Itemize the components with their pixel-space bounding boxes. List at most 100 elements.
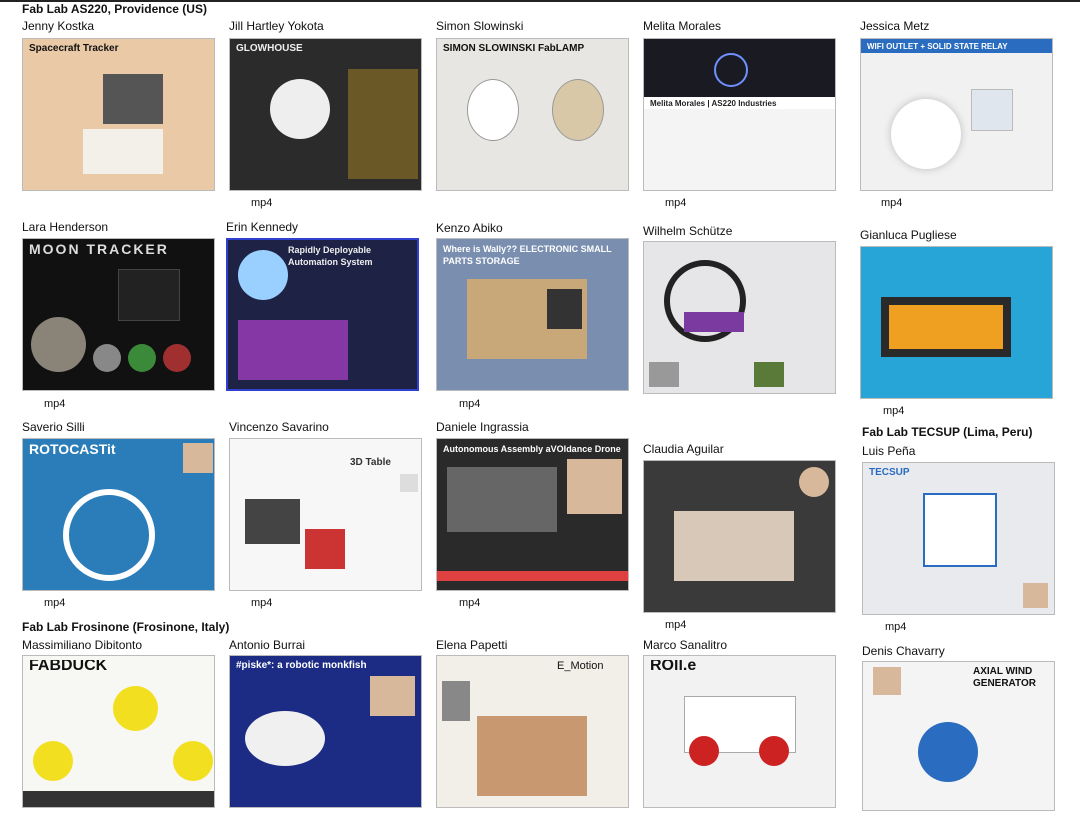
video-link[interactable]: mp4 bbox=[885, 621, 906, 634]
video-link[interactable]: mp4 bbox=[881, 197, 902, 210]
poster-graphic bbox=[93, 344, 121, 372]
student-name: Luis Peña bbox=[862, 444, 916, 458]
student-name: Jenny Kostka bbox=[22, 19, 95, 33]
poster-title: GLOWHOUSE bbox=[236, 43, 303, 54]
poster-graphic bbox=[923, 493, 997, 567]
poster-graphic bbox=[400, 474, 418, 492]
student-name: Claudia Aguilar bbox=[643, 442, 724, 456]
poster-graphic bbox=[754, 362, 784, 387]
poster-thumbnail[interactable]: GLOWHOUSE bbox=[229, 38, 422, 191]
poster-graphic bbox=[477, 716, 587, 796]
poster-graphic bbox=[238, 320, 348, 380]
student-name: Kenzo Abiko bbox=[436, 221, 503, 235]
poster-title: AXIAL WIND GENERATOR bbox=[973, 666, 1036, 689]
video-link[interactable]: mp4 bbox=[459, 398, 480, 411]
poster-thumbnail[interactable] bbox=[643, 460, 836, 613]
avatar bbox=[567, 459, 622, 514]
lab-heading-tecsup: Fab Lab TECSUP (Lima, Peru) bbox=[862, 425, 1033, 439]
student-name: Jessica Metz bbox=[860, 19, 930, 33]
poster-graphic bbox=[447, 467, 557, 532]
video-link[interactable]: mp4 bbox=[665, 619, 686, 632]
student-name: Massimiliano Dibitonto bbox=[22, 638, 143, 652]
poster-title: 3D Table bbox=[350, 457, 391, 468]
poster-graphic bbox=[270, 79, 330, 139]
student-name: Wilhelm Schütze bbox=[643, 224, 733, 238]
poster-thumbnail[interactable]: Rapidly Deployable Automation System bbox=[226, 238, 419, 391]
poster-title: Spacecraft Tracker bbox=[29, 43, 119, 54]
poster-title: MOON TRACKER bbox=[29, 243, 169, 255]
poster-graphic bbox=[714, 53, 748, 87]
video-link[interactable]: mp4 bbox=[251, 597, 272, 610]
video-link[interactable]: mp4 bbox=[883, 405, 904, 418]
poster-graphic bbox=[684, 312, 744, 332]
poster-title: ROll.e bbox=[650, 660, 697, 672]
poster-thumbnail[interactable]: E_Motion bbox=[436, 655, 629, 808]
student-name: Denis Chavarry bbox=[862, 644, 945, 658]
poster-graphic bbox=[305, 529, 345, 569]
poster-graphic bbox=[971, 89, 1013, 131]
avatar bbox=[1023, 583, 1048, 608]
poster-title: Where is Wally?? ELECTRONIC SMALL PARTS … bbox=[443, 244, 612, 266]
student-name: Erin Kennedy bbox=[226, 220, 299, 234]
poster-graphic bbox=[163, 344, 191, 372]
poster-thumbnail[interactable]: Melita Morales | AS220 Industries bbox=[643, 38, 836, 191]
poster-graphic bbox=[649, 362, 679, 387]
poster-thumbnail[interactable]: AXIAL WIND GENERATOR bbox=[862, 661, 1055, 811]
student-name: Antonio Burrai bbox=[229, 638, 306, 652]
duck-graphic bbox=[33, 741, 73, 781]
poster-thumbnail[interactable]: Autonomous Assembly aVOIdance Drone bbox=[436, 438, 629, 591]
student-name: Daniele Ingrassia bbox=[436, 420, 529, 434]
poster-graphic bbox=[128, 344, 156, 372]
poster-graphic bbox=[437, 571, 628, 581]
poster-title: Rapidly Deployable Automation System bbox=[288, 245, 373, 267]
poster-thumbnail[interactable]: #piske*: a robotic monkfish bbox=[229, 655, 422, 808]
video-link[interactable]: mp4 bbox=[251, 197, 272, 210]
poster-thumbnail[interactable]: FABDUCK bbox=[22, 655, 215, 808]
avatar bbox=[873, 667, 901, 695]
student-name: Melita Morales bbox=[643, 19, 722, 33]
poster-thumbnail[interactable]: SIMON SLOWINSKI FabLAMP bbox=[436, 38, 629, 191]
poster-title: TECSUP bbox=[869, 467, 910, 478]
poster-thumbnail[interactable]: Spacecraft Tracker bbox=[22, 38, 215, 191]
poster-thumbnail[interactable]: 3D Table bbox=[229, 438, 422, 591]
poster-title: ROTOCASTit bbox=[29, 443, 116, 455]
video-link[interactable]: mp4 bbox=[459, 597, 480, 610]
poster-graphic bbox=[348, 69, 418, 179]
poster-title: E_Motion bbox=[557, 660, 604, 672]
poster-graphic bbox=[552, 79, 604, 141]
duck-graphic bbox=[173, 741, 213, 781]
video-link[interactable]: mp4 bbox=[44, 398, 65, 411]
poster-thumbnail[interactable]: Where is Wally?? ELECTRONIC SMALL PARTS … bbox=[436, 238, 629, 391]
poster-thumbnail[interactable]: ROll.e bbox=[643, 655, 836, 808]
student-name: Jill Hartley Yokota bbox=[229, 19, 324, 33]
moon-graphic bbox=[31, 317, 86, 372]
student-name: Lara Henderson bbox=[22, 220, 109, 234]
poster-thumbnail[interactable]: MOON TRACKER bbox=[22, 238, 215, 391]
lab-heading-providence: Fab Lab AS220, Providence (US) bbox=[22, 2, 207, 16]
poster-graphic bbox=[442, 681, 470, 721]
poster-graphic bbox=[467, 79, 519, 141]
poster-thumbnail[interactable]: WIFI OUTLET + SOLID STATE RELAY bbox=[860, 38, 1053, 191]
poster-thumbnail[interactable]: TECSUP bbox=[862, 462, 1055, 615]
poster-title: Autonomous Assembly aVOIdance Drone bbox=[443, 444, 621, 454]
poster-graphic bbox=[547, 289, 582, 329]
student-name: Elena Papetti bbox=[436, 638, 508, 652]
poster-title: SIMON SLOWINSKI FabLAMP bbox=[443, 43, 585, 54]
poster-graphic bbox=[245, 711, 325, 766]
poster-title: FABDUCK bbox=[29, 660, 108, 672]
student-name: Vincenzo Savarino bbox=[229, 420, 329, 434]
poster-graphic bbox=[63, 489, 155, 581]
video-link[interactable]: mp4 bbox=[665, 197, 686, 210]
lab-heading-frosinone: Fab Lab Frosinone (Frosinone, Italy) bbox=[22, 620, 230, 634]
student-name: Gianluca Pugliese bbox=[860, 228, 957, 242]
poster-graphic bbox=[245, 499, 300, 544]
poster-graphic bbox=[918, 722, 978, 782]
video-link[interactable]: mp4 bbox=[44, 597, 65, 610]
poster-thumbnail[interactable] bbox=[643, 241, 836, 394]
poster-graphic bbox=[674, 511, 794, 581]
poster-title: #piske*: a robotic monkfish bbox=[236, 660, 367, 671]
poster-graphic bbox=[889, 305, 1003, 349]
poster-thumbnail[interactable] bbox=[860, 246, 1053, 399]
wheel-graphic bbox=[759, 736, 789, 766]
poster-thumbnail[interactable]: ROTOCASTit bbox=[22, 438, 215, 591]
